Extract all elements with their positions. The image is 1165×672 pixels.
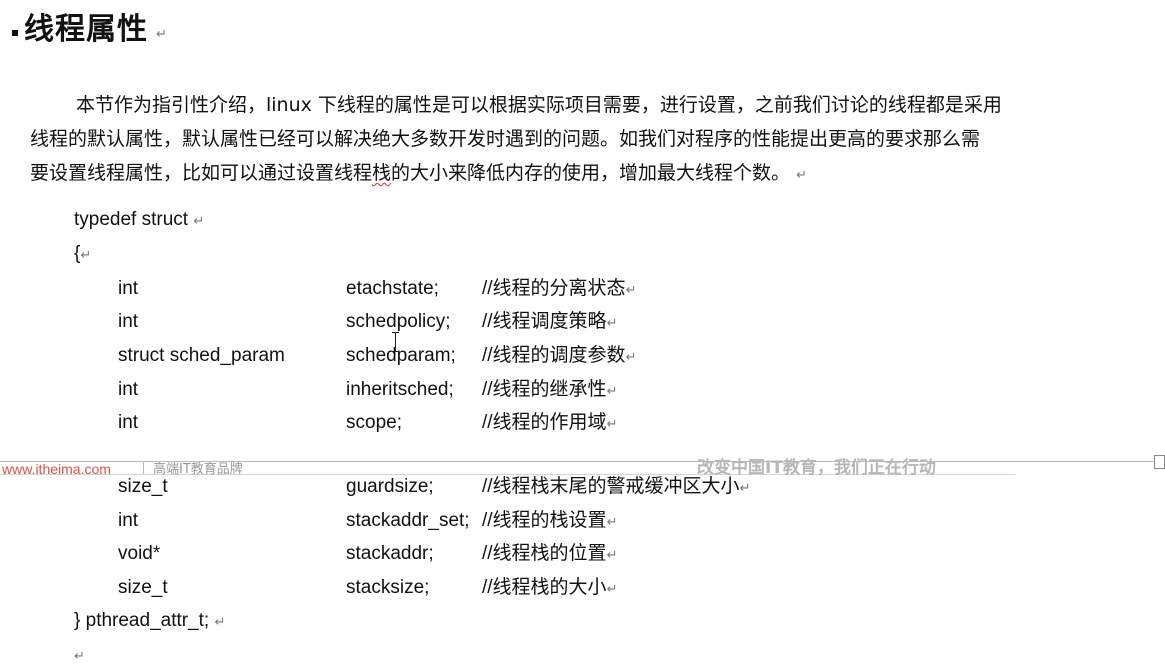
comment-text: //线程调度策略 (482, 311, 607, 332)
paragraph-mark-icon: ↵ (625, 350, 637, 365)
comment-text: //线程栈的位置 (482, 543, 607, 564)
page-break-banner: www.itheima.com 高端IT教育品牌 改变中国IT教育，我们正在行动 (0, 455, 1165, 478)
field-name: etachstate; (346, 278, 439, 299)
field-name: stacksize; (346, 577, 430, 598)
field-comment: //线程栈的位置↵ (482, 539, 617, 569)
comment-text: //线程的栈设置 (482, 510, 607, 531)
field-comment: //线程的调度参数↵ (482, 341, 636, 371)
field-type: struct sched_param (118, 345, 285, 366)
code-text: } pthread_attr_t; (74, 610, 210, 631)
paragraph-mark-icon: ↵ (606, 384, 618, 399)
divider (143, 461, 144, 474)
paragraph-mark-icon: ↵ (80, 248, 92, 263)
comment-text: //线程的继承性 (482, 379, 607, 400)
site-url: www.itheima.com (2, 461, 111, 477)
paragraph-mark-icon: ↵ (625, 283, 637, 298)
brand-tagline: 高端IT教育品牌 (153, 462, 243, 477)
paragraph-mark-icon: ↵ (739, 481, 751, 496)
field-comment: //线程调度策略↵ (482, 307, 617, 337)
paragraph-mark-icon: ↵ (606, 316, 618, 331)
comment-text: //线程栈的大小 (482, 577, 607, 598)
paragraph-mark-icon: ↵ (606, 515, 618, 530)
field-name: inheritsched; (346, 379, 454, 400)
field-comment: //线程的栈设置↵ (482, 506, 617, 536)
comment-text: //线程的调度参数 (482, 345, 626, 366)
paragraph-mark-icon: ↵ (214, 615, 226, 630)
empty-line: ↵ (74, 640, 85, 670)
comment-text: //线程的作用域 (482, 412, 607, 433)
code-brace-close: } pthread_attr_t; ↵ (74, 606, 225, 636)
code-text: typedef struct (74, 209, 189, 230)
slogan-text: 改变中国IT教育，我们正在行动 (697, 458, 936, 478)
text-cursor-icon (392, 332, 399, 352)
comment-text: //线程的分离状态 (482, 278, 626, 299)
field-name: schedparam; (346, 345, 456, 366)
paragraph-mark-icon: ↵ (606, 548, 618, 563)
paragraph-mark-icon: ↵ (74, 649, 85, 664)
field-type: int (118, 510, 139, 531)
field-type: int (118, 412, 139, 433)
paragraph-mark-icon: ↵ (606, 417, 618, 432)
field-comment: //线程栈的大小↵ (482, 573, 617, 603)
comment-text: //线程栈末尾的警戒缓冲区大小 (482, 476, 740, 497)
field-type: int (118, 379, 139, 400)
field-name: stackaddr_set; (346, 510, 470, 531)
code-block: typedef struct ↵ {↵ int etachstate; //线程… (0, 0, 1165, 669)
code-brace-open: {↵ (74, 239, 91, 269)
field-name: stackaddr; (346, 543, 434, 564)
page-corner-icon (1154, 455, 1165, 469)
field-type: int (118, 278, 139, 299)
field-type: size_t (118, 577, 168, 598)
paragraph-mark-icon: ↵ (193, 214, 205, 229)
field-comment: //线程的分离状态↵ (482, 274, 636, 304)
field-comment: //线程的继承性↵ (482, 375, 617, 405)
paragraph-mark-icon: ↵ (606, 582, 618, 597)
field-type: int (118, 311, 139, 332)
field-comment: //线程的作用域↵ (482, 408, 617, 438)
field-type: void* (118, 543, 161, 564)
field-name: scope; (346, 412, 402, 433)
code-typedef-line: typedef struct ↵ (74, 205, 204, 235)
